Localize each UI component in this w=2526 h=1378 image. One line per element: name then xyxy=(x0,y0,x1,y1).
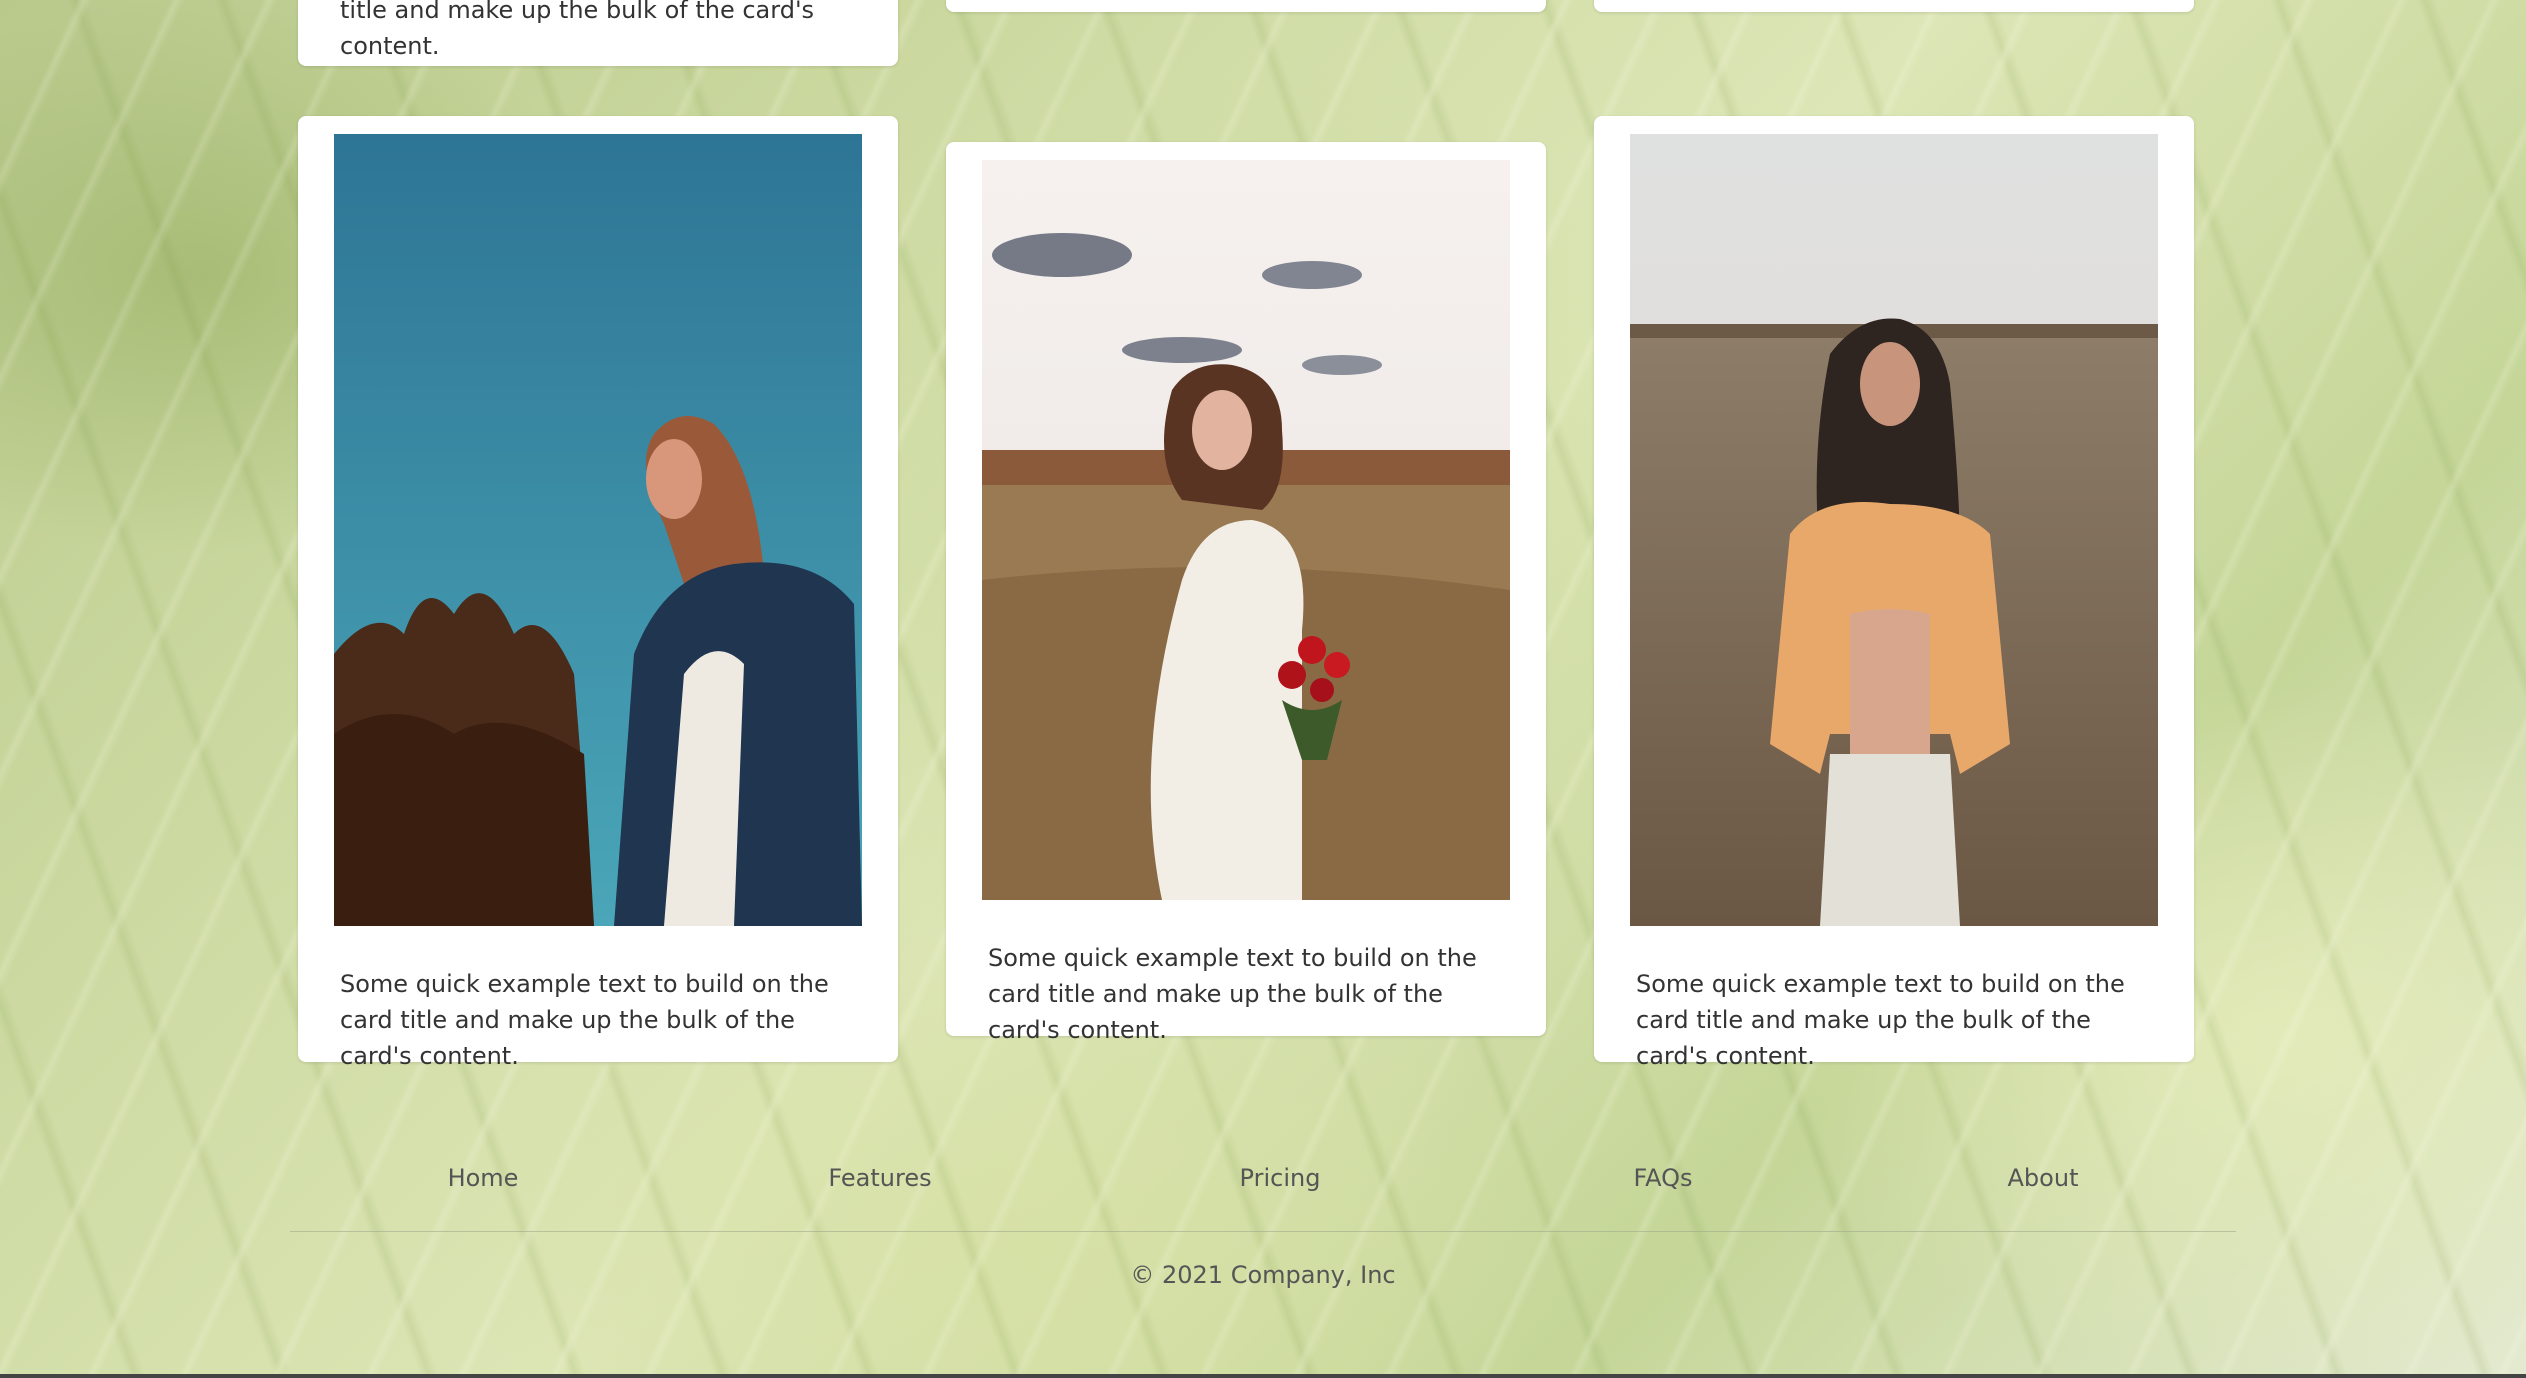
card-text: Some quick example text to build on the … xyxy=(1636,970,2125,1070)
photo-card: Some quick example text to build on the … xyxy=(298,116,898,1070)
card-text: Some quick example text to build on the … xyxy=(988,944,1477,1044)
footer-link-home[interactable]: Home xyxy=(448,1158,519,1198)
window-bottom-edge xyxy=(0,1374,2526,1378)
card-text: Some quick example text to build on the … xyxy=(340,970,829,1070)
footer-divider xyxy=(290,1231,2236,1232)
footer-link-features[interactable]: Features xyxy=(828,1158,931,1198)
copyright-text: © 2021 Company, Inc xyxy=(1130,1261,1396,1289)
card-image xyxy=(1630,134,2158,926)
card-image xyxy=(334,134,862,926)
photo-card: Some quick example text to build on the … xyxy=(1594,116,2194,1070)
footer-nav: Home Features Pricing FAQs About xyxy=(290,1158,2236,1198)
photo-card: Some quick example text to build on the … xyxy=(946,142,1546,1044)
footer-link-about[interactable]: About xyxy=(2008,1158,2079,1198)
card-text: title and make up the bulk of the card's… xyxy=(340,0,815,60)
card-top-partial xyxy=(1594,0,2194,12)
card-image xyxy=(982,160,1510,900)
card-top-partial: title and make up the bulk of the card's… xyxy=(298,0,898,66)
footer-link-pricing[interactable]: Pricing xyxy=(1240,1158,1321,1198)
card-top-partial xyxy=(946,0,1546,12)
footer-link-faqs[interactable]: FAQs xyxy=(1634,1158,1693,1198)
